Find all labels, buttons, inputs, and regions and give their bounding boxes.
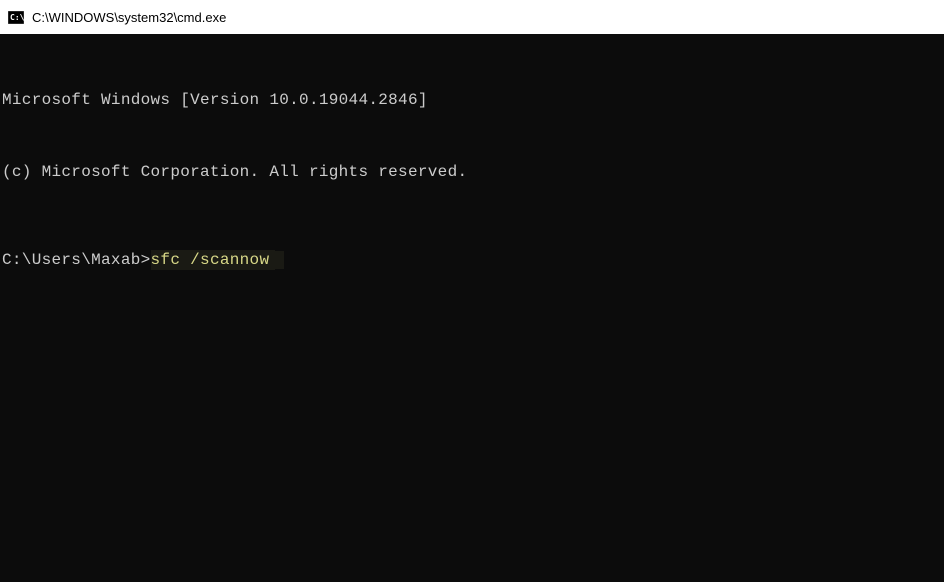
copyright-line: (c) Microsoft Corporation. All rights re… xyxy=(0,160,944,184)
window-title: C:\WINDOWS\system32\cmd.exe xyxy=(32,10,226,25)
prompt-path: C:\Users\Maxab> xyxy=(2,251,151,269)
prompt-line: C:\Users\Maxab>sfc /scannow xyxy=(0,248,944,272)
cmd-icon: C:\ xyxy=(8,10,24,24)
cursor xyxy=(275,251,284,269)
terminal-area[interactable]: Microsoft Windows [Version 10.0.19044.28… xyxy=(0,34,944,296)
titlebar[interactable]: C:\ C:\WINDOWS\system32\cmd.exe xyxy=(0,0,944,34)
svg-text:C:\: C:\ xyxy=(10,13,24,22)
version-line: Microsoft Windows [Version 10.0.19044.28… xyxy=(0,88,944,112)
command-input[interactable]: sfc /scannow xyxy=(151,250,276,270)
